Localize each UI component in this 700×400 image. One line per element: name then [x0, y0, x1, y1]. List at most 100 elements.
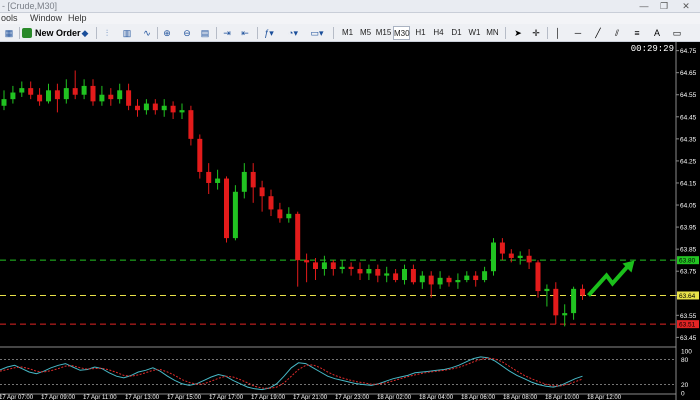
- candle-body: [10, 92, 16, 100]
- zoom-in-icon[interactable]: ⊕: [160, 26, 174, 40]
- trendline-icon[interactable]: ╱: [591, 26, 605, 40]
- candle-body: [321, 262, 327, 269]
- stoch-tick-label: 80: [681, 357, 689, 364]
- candle-body: [170, 105, 176, 113]
- fibonacci-icon[interactable]: ≡: [630, 26, 644, 40]
- channel-icon[interactable]: ⫽: [610, 26, 624, 40]
- candle-body: [135, 105, 140, 111]
- candle-body: [99, 94, 105, 102]
- label-tool-icon[interactable]: ▭: [670, 26, 684, 40]
- tile-windows-icon[interactable]: ▤: [198, 26, 212, 40]
- new-chart-icon[interactable]: ▦: [2, 26, 16, 40]
- autoscroll-icon[interactable]: ⇤: [238, 26, 252, 40]
- stoch-tick-label: 20: [681, 382, 689, 389]
- candle-body: [90, 85, 96, 102]
- bar-chart-icon[interactable]: ⫶: [100, 26, 114, 40]
- candle-body: [482, 271, 488, 281]
- candle-body: [402, 269, 407, 281]
- candle-body: [544, 288, 550, 292]
- timeframe-w1[interactable]: W1: [466, 26, 483, 40]
- timeframe-m30[interactable]: M30: [393, 26, 410, 40]
- candle-body: [366, 269, 372, 274]
- chart-shift-icon[interactable]: ⇥: [220, 26, 234, 40]
- candle-body: [72, 88, 78, 95]
- time-tick-label: 17 Apr 13:00: [125, 395, 160, 400]
- time-tick-label: 18 Apr 10:00: [545, 395, 580, 400]
- candle-body: [330, 262, 336, 269]
- candle-body: [241, 171, 247, 192]
- time-tick-label: 17 Apr 07:00: [0, 395, 34, 400]
- candle-body: [580, 288, 585, 296]
- candle-body: [517, 255, 523, 258]
- candle-body: [224, 178, 229, 239]
- toolbar-separator: [216, 27, 217, 39]
- toolbar-separator: [96, 27, 97, 39]
- menu-bar: ools Window Help: [0, 13, 700, 24]
- candle-body: [28, 88, 34, 95]
- line-chart-icon[interactable]: ∿: [140, 26, 154, 40]
- candle-body: [464, 275, 470, 281]
- candle-body: [250, 171, 256, 188]
- candle-body: [571, 288, 577, 314]
- candle-body: [473, 275, 479, 281]
- crosshair-icon[interactable]: ✛: [529, 26, 543, 40]
- price-tick-label: 64.05: [680, 203, 697, 210]
- templates-icon[interactable]: ▭▾: [310, 26, 324, 40]
- zoom-out-icon[interactable]: ⊖: [180, 26, 194, 40]
- timeframe-d1[interactable]: D1: [448, 26, 465, 40]
- price-tick-label: 63.95: [680, 225, 697, 232]
- price-tick-label: 63.85: [680, 247, 697, 254]
- price-chart[interactable]: 64.75 64.65 64.55 64.45 64.35 64.25 64.15 64.05…: [0, 42, 700, 400]
- price-tick-label: 64.25: [680, 158, 697, 165]
- candle-body: [446, 277, 452, 283]
- timeframe-m15[interactable]: M15: [375, 26, 392, 40]
- candle-body: [46, 90, 51, 102]
- toolbar-separator: [157, 27, 158, 39]
- new-order-button[interactable]: New Order: [22, 26, 81, 40]
- timeframe-h1[interactable]: H1: [412, 26, 429, 40]
- horizontal-line-icon[interactable]: ─: [571, 26, 585, 40]
- timeframe-m5[interactable]: M5: [357, 26, 374, 40]
- timeframe-h4[interactable]: H4: [430, 26, 447, 40]
- candle-body: [491, 242, 496, 272]
- candle-body: [63, 88, 69, 100]
- close-button[interactable]: ✕: [674, 0, 698, 12]
- candle-body: [562, 313, 568, 316]
- stoch-tick-label: 100: [681, 349, 692, 356]
- candle-body: [143, 103, 149, 111]
- candle-body: [37, 94, 43, 102]
- time-tick-label: 18 Apr 12:00: [587, 395, 622, 400]
- timeframe-m1[interactable]: M1: [339, 26, 356, 40]
- maximize-button[interactable]: ❐: [652, 0, 676, 12]
- stoch-d-line: [0, 357, 583, 389]
- menu-help[interactable]: Help: [68, 13, 87, 24]
- price-tick-label: 64.55: [680, 92, 697, 99]
- menu-window[interactable]: Window: [30, 13, 62, 24]
- price-level-label: 63.51: [679, 322, 696, 329]
- menu-tools[interactable]: ools: [1, 13, 18, 24]
- candle-body: [161, 105, 167, 111]
- stoch-k-line: [0, 356, 583, 391]
- candle-body: [428, 275, 434, 285]
- chart-area[interactable]: 64.75 64.65 64.55 64.45 64.35 64.25 64.15 64.05…: [0, 42, 700, 400]
- toolbar-separator: [19, 27, 20, 39]
- vertical-line-icon[interactable]: │: [551, 26, 565, 40]
- text-tool-icon[interactable]: A: [650, 26, 664, 40]
- candle-body: [384, 273, 390, 276]
- cursor-icon[interactable]: ➤: [511, 26, 525, 40]
- time-tick-label: 18 Apr 04:00: [419, 395, 454, 400]
- candle-body: [375, 269, 381, 276]
- new-order-label: New Order: [35, 28, 81, 38]
- server-clock: 00:29:29: [630, 44, 674, 54]
- window-title: - [Crude,M30]: [2, 1, 58, 11]
- candle-body: [259, 187, 265, 197]
- indicators-icon[interactable]: ƒ▾: [262, 26, 276, 40]
- toolbar-separator: [547, 27, 548, 39]
- candle-body: [313, 262, 318, 269]
- candle-body: [357, 269, 363, 274]
- candlestick-icon[interactable]: ▥: [120, 26, 134, 40]
- time-tick-label: 17 Apr 15:00: [167, 395, 202, 400]
- timeframe-mn[interactable]: MN: [484, 26, 501, 40]
- autotrading-icon[interactable]: ◆: [78, 26, 92, 40]
- periods-icon[interactable]: ◔▾: [286, 26, 300, 40]
